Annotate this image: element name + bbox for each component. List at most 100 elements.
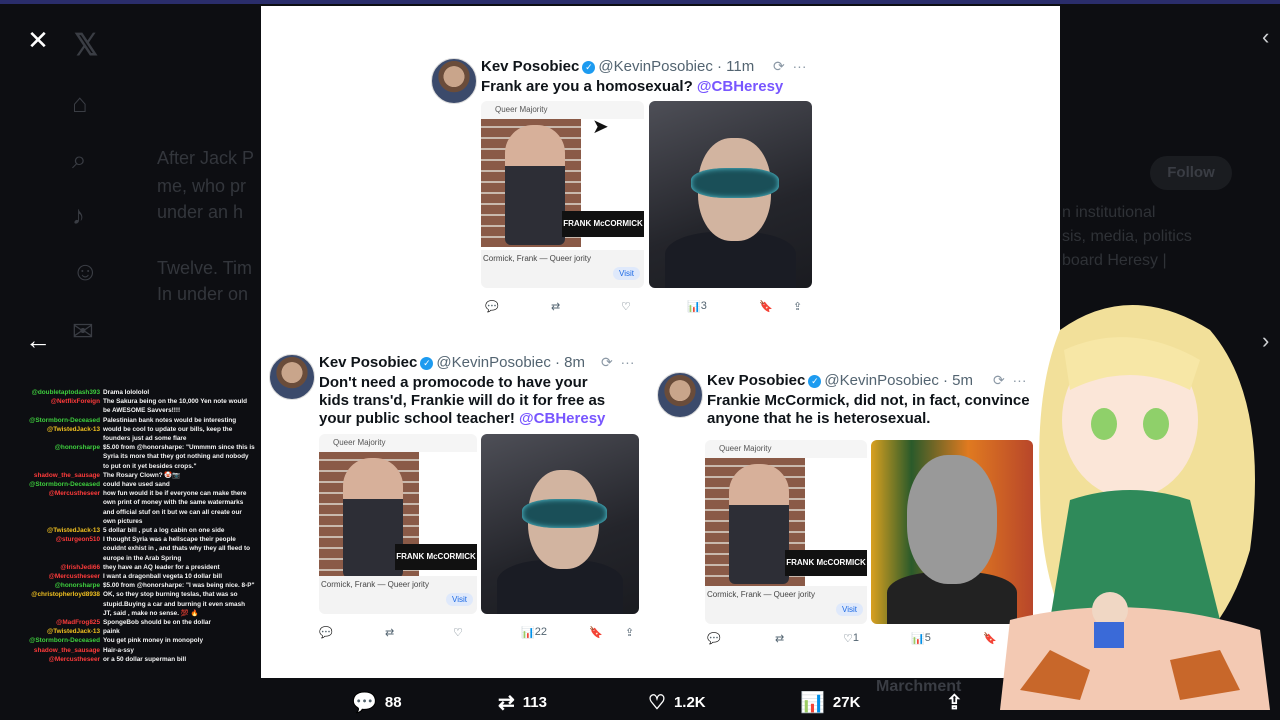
chat-username: @honorsharpe [54, 582, 100, 590]
share-icon: ⇪ [625, 627, 635, 639]
avatar [431, 58, 477, 104]
chat-text: paink [103, 628, 120, 636]
views-count: 5 [924, 632, 931, 644]
tweet-header: Kev Posobiec ✓ @KevinPosobiec · 11m [481, 58, 754, 75]
tweet-text: Frank are you a homosexual? @CBHeresy [481, 78, 784, 95]
bg-tweet-line: After Jack P [157, 148, 255, 168]
explore-icon: ⌕ [72, 144, 87, 174]
home-icon: ⌂ [72, 88, 88, 118]
chat-username: @Stormborn-Deceased [29, 416, 100, 424]
tweet-photo-right [649, 101, 812, 288]
bg-tweet-line: Twelve. Tim [157, 258, 253, 278]
chat-message: @Stormborn-Deceased You get pink money in… [0, 636, 255, 645]
chat-username: @Mercustheseer [48, 490, 100, 498]
chat-message: @TwistedJack-13 paink [0, 627, 255, 636]
bg-tweet-line: under an h [157, 202, 244, 222]
views-count: 27K [832, 694, 861, 711]
close-viewer-button[interactable]: ✕ [18, 20, 58, 60]
vtuber-avatar [1000, 305, 1270, 710]
chat-username: @TwistedJack-13 [47, 527, 100, 535]
chat-message: @honorsharpe $5.00 from @honorsharpe: "I … [0, 581, 255, 590]
chat-username: @TwistedJack-13 [47, 628, 100, 636]
tweet-text: Don't need a promocode to have your kids… [319, 374, 606, 427]
visit-chip: Visit [836, 603, 863, 616]
follows-icon: ☺ [72, 256, 99, 286]
avatar-legs [1000, 607, 1270, 710]
like-icon: ♡ [621, 301, 631, 313]
sunglasses [691, 168, 780, 199]
image-banner: Queer Majority [705, 440, 867, 458]
bookmark-icon: 🔖 [759, 301, 773, 313]
embedded-tweet: Kev Posobiec ✓ @KevinPosobiec · 5m ⟳ ··· F… [657, 372, 1047, 652]
repost-count: 113 [522, 694, 547, 711]
follow-button[interactable]: Follow [1150, 156, 1232, 190]
avatar [269, 354, 315, 400]
chat-text: they have an AQ leader for a president [103, 563, 220, 571]
repost-stat[interactable]: ⇄ 113 [498, 690, 547, 715]
like-stat[interactable]: ♡ 1.2K [648, 690, 706, 715]
chat-text: Hair-a-ssy [103, 646, 134, 654]
views-icon: 📊 [800, 692, 825, 714]
bg-tweet-line: me, who pr [157, 176, 247, 196]
chat-message: @NetflixForeign The Sakura being on the 1… [0, 397, 255, 415]
person-figure [729, 464, 789, 584]
bg-tweet-line: In under on [157, 284, 249, 304]
chat-message: @TwistedJack-13 would be cool to update o… [0, 425, 255, 443]
mini-figure-body [1094, 622, 1124, 648]
chat-text: or a 50 dollar superman bill [103, 655, 187, 663]
mouse-cursor-icon: ➤ [592, 116, 609, 138]
reply-icon: 💬 [707, 633, 721, 645]
chat-message: @Stormborn-Deceased could have used sand [0, 480, 255, 489]
chat-username: shadow_the_sausage [33, 646, 100, 654]
tweet-photo-left: Queer Majority FRANK McCORMICK Cormick, … [319, 434, 477, 614]
top-accent-bar [0, 0, 1280, 4]
image-banner: Queer Majority [481, 101, 644, 119]
chat-text: You get pink money in monopoly [103, 637, 204, 645]
tweet-text: Frankie McCormick, did not, in fact, con… [707, 392, 1030, 427]
face-shape [906, 454, 998, 584]
share-stat[interactable]: ⇪ [946, 690, 971, 715]
chat-message: @sturgeon510 I thought Syria was a hellsc… [0, 535, 255, 563]
chat-message: @IrishJedi66 they have an AQ leader for a… [0, 563, 255, 572]
author-handle: @KevinPosobiec · 5m [824, 372, 973, 389]
tweet-actions: 💬 ⇄ ♡ 📊 3 🔖 ⇪ [481, 300, 821, 316]
bookmark-icon: 🔖 [589, 627, 603, 639]
reply-icon: 💬 [352, 692, 377, 714]
chat-text: Palestinian bank notes would be interest… [103, 416, 237, 424]
chat-username: @Stormborn-Deceased [29, 637, 100, 645]
tweet-actions: 💬 ⇄ ♡ 1 📊 5 🔖 [707, 632, 1037, 648]
chat-text: SpongeBob should be on the dollar [103, 619, 211, 627]
tweet-header: Kev Posobiec ✓ @KevinPosobiec · 8m [319, 354, 585, 371]
image-banner: Queer Majority [319, 434, 477, 452]
name-tag: FRANK McCORMICK [395, 544, 477, 570]
media-image[interactable]: Kev Posobiec ✓ @KevinPosobiec · 11m ⟳ ··· … [261, 6, 1060, 678]
tweet-header: Kev Posobiec ✓ @KevinPosobiec · 5m [707, 372, 973, 389]
tweet-photo-right [481, 434, 639, 614]
chat-text: Drama lolololol [103, 389, 150, 396]
name-tag: FRANK McCORMICK [785, 550, 867, 576]
views-stat[interactable]: 📊 27K [800, 690, 860, 715]
reply-icon: 💬 [319, 627, 333, 639]
repost-icon: ⇄ [551, 301, 561, 313]
share-icon: ⇪ [793, 301, 803, 313]
chat-message: @Stormborn-Deceased Palestinian bank note… [0, 416, 255, 425]
notifications-icon: ♪ [72, 200, 85, 230]
chat-message: @doubletaptodash393 Drama lolololol [0, 388, 255, 397]
repost-icon: ⇄ [498, 692, 515, 714]
chat-username: shadow_the_sausage [33, 471, 100, 479]
previous-media-button[interactable]: ← [18, 320, 58, 360]
like-icon: ♡ [453, 627, 463, 639]
embedded-tweet: Kev Posobiec ✓ @KevinPosobiec · 11m ⟳ ··· … [431, 58, 821, 318]
next-media-icon[interactable]: ‹ [1262, 24, 1269, 50]
chat-message: @TwistedJack-13 5 dollar bill , put a log… [0, 526, 255, 535]
chat-username: @MadFrog825 [56, 619, 100, 627]
chat-username: @IrishJedi66 [60, 563, 100, 571]
reply-icon: 💬 [485, 301, 499, 313]
chat-message: @honorsharpe $5.00 from @honorsharpe: "Um… [0, 443, 255, 471]
like-icon: ♡ 1 [843, 632, 859, 645]
sunglasses [522, 498, 608, 528]
avatar [657, 372, 703, 418]
chat-message: @MadFrog825 SpongeBob should be on the do… [0, 618, 255, 627]
chat-text: I thought Syria was a hellscape their pe… [103, 536, 251, 562]
reply-stat[interactable]: 💬 88 [352, 690, 402, 715]
